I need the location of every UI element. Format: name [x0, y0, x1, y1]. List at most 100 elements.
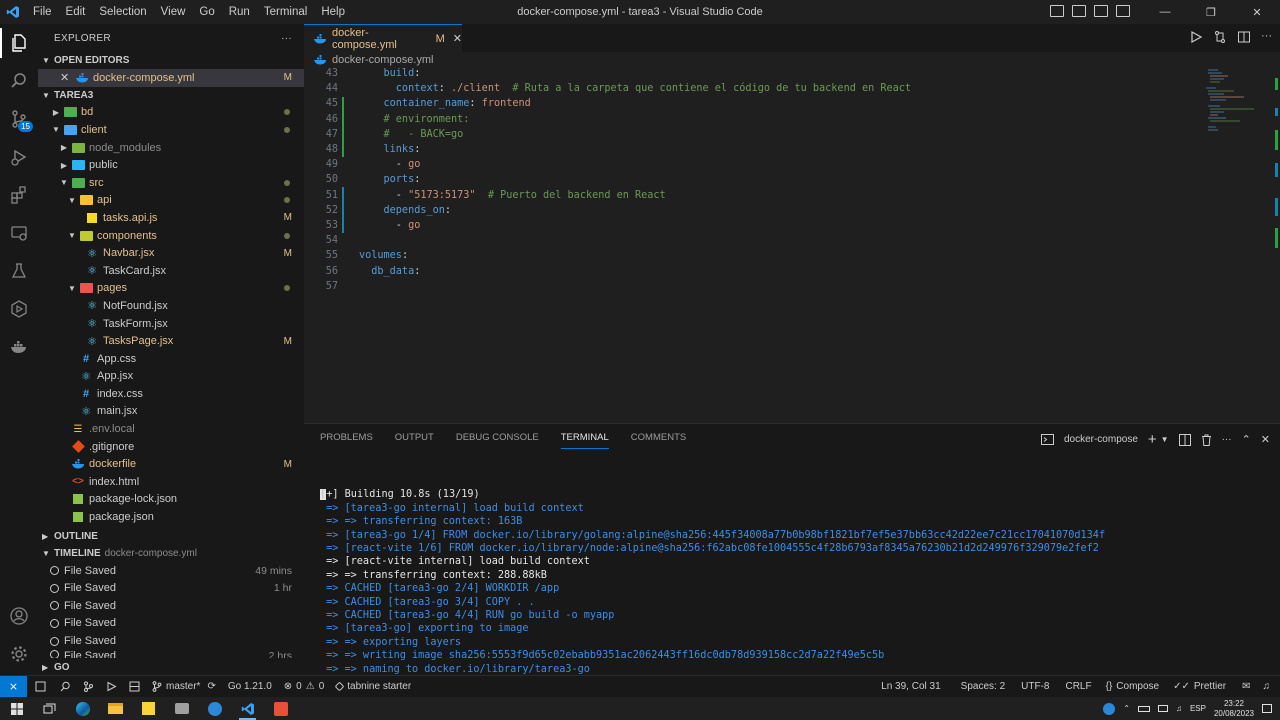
tree-folder-public[interactable]: ▶ public	[38, 156, 304, 174]
settings-gear-icon[interactable]	[0, 635, 38, 673]
more-actions-icon[interactable]: ···	[1261, 30, 1272, 44]
timeline-entry[interactable]: File Saved 1 hr	[38, 579, 304, 597]
tree-folder-src[interactable]: ▼ src	[38, 174, 304, 192]
prettier-status[interactable]: ✓✓ Prettier	[1165, 681, 1232, 692]
cursor-position[interactable]: Ln 39, Col 31	[875, 681, 955, 692]
windows-start-icon[interactable]	[0, 697, 33, 720]
menu-edit[interactable]: Edit	[59, 6, 93, 18]
tree-file-taskspage[interactable]: ⚛ TasksPage.jsx M	[38, 332, 304, 350]
go-section[interactable]: ▶ GO	[38, 659, 304, 675]
restore-icon[interactable]: ❐	[1188, 0, 1234, 24]
menu-help[interactable]: Help	[314, 6, 352, 18]
search-icon[interactable]	[0, 62, 38, 100]
menu-view[interactable]: View	[154, 6, 193, 18]
ports-icon[interactable]	[27, 681, 54, 692]
tree-file-navbar[interactable]: ⚛ Navbar.jsx M	[38, 244, 304, 262]
store-app-icon[interactable]	[165, 697, 198, 720]
tree-file-package-lock[interactable]: package-lock.json	[38, 491, 304, 509]
tab-debug-console[interactable]: DEBUG CONSOLE	[456, 432, 539, 449]
go-version[interactable]: Go 1.21.0	[222, 681, 278, 692]
new-terminal-icon[interactable]: +	[1148, 431, 1157, 448]
tree-folder-pages[interactable]: ▼ pages	[38, 280, 304, 298]
breadcrumb-file[interactable]: docker-compose.yml	[332, 54, 433, 66]
run-icon[interactable]	[1189, 30, 1203, 44]
testing-icon[interactable]	[0, 252, 38, 290]
tree-file-gitignore[interactable]: .gitignore	[38, 438, 304, 456]
close-tab-icon[interactable]: ✕	[453, 32, 462, 45]
battery-icon[interactable]	[1137, 705, 1150, 712]
blue-app-icon[interactable]	[198, 697, 231, 720]
extensions-icon[interactable]	[0, 176, 38, 214]
keyboard-language[interactable]: ESP	[1190, 704, 1206, 713]
tab-terminal[interactable]: TERMINAL	[560, 432, 609, 449]
tree-folder-node-modules[interactable]: ▶ node_modules	[38, 139, 304, 157]
tree-file-app-css[interactable]: # App.css	[38, 350, 304, 368]
search-status-icon[interactable]	[54, 681, 77, 692]
menu-run[interactable]: Run	[222, 6, 257, 18]
menu-go[interactable]: Go	[192, 6, 221, 18]
network-icon[interactable]	[1157, 705, 1168, 712]
notifications-icon[interactable]	[1262, 704, 1272, 713]
tree-file-package-json[interactable]: package.json	[38, 508, 304, 526]
run-debug-icon[interactable]	[0, 138, 38, 176]
tree-file-app-jsx[interactable]: ⚛ App.jsx	[38, 368, 304, 386]
customize-layout-icon[interactable]	[1116, 5, 1130, 17]
file-explorer-icon[interactable]	[99, 697, 132, 720]
maximize-panel-icon[interactable]: ⌃	[1242, 433, 1251, 446]
vscode-taskbar-icon[interactable]	[231, 697, 264, 720]
open-changes-icon[interactable]	[1213, 30, 1227, 44]
tree-folder-components[interactable]: ▼ components	[38, 227, 304, 245]
timeline-section[interactable]: ▼ TIMELINE docker-compose.yml	[38, 545, 304, 562]
tree-file-main-jsx[interactable]: ⚛ main.jsx	[38, 403, 304, 421]
tree-folder-api[interactable]: ▼ api	[38, 192, 304, 210]
edge-browser-icon[interactable]	[66, 697, 99, 720]
tree-folder-client[interactable]: ▼ client	[38, 121, 304, 139]
close-window-icon[interactable]: ✕	[1234, 0, 1280, 24]
language-mode[interactable]: {} Compose	[1098, 681, 1166, 692]
tree-file-taskform[interactable]: ⚛ TaskForm.jsx	[38, 315, 304, 333]
menu-selection[interactable]: Selection	[92, 6, 153, 18]
clock[interactable]: 23:22 20/08/2023	[1214, 699, 1254, 719]
gitlens-icon[interactable]	[0, 290, 38, 328]
remote-explorer-icon[interactable]	[0, 214, 38, 252]
open-editor-item[interactable]: ✕ docker-compose.yml M	[38, 69, 304, 87]
timeline-entry[interactable]: File Saved	[38, 597, 304, 615]
tab-docker-compose[interactable]: docker-compose.yml M ✕	[304, 24, 462, 52]
end-of-line[interactable]: CRLF	[1059, 681, 1097, 692]
timeline-entry[interactable]: File Saved 2 hrs	[38, 649, 304, 658]
menu-file[interactable]: File	[26, 6, 59, 18]
tree-file-notfound[interactable]: ⚛ NotFound.jsx	[38, 297, 304, 315]
tree-file-env-local[interactable]: ☰ .env.local	[38, 420, 304, 438]
problems-counter[interactable]: ⊗ 0 ⚠ 0	[278, 681, 330, 692]
terminal-output[interactable]: [[+] Building 10.8s (13/19) => [tarea3-g…	[320, 475, 1105, 703]
split-status-icon[interactable]	[123, 681, 146, 692]
chevron-down-icon[interactable]: ▼	[1161, 435, 1169, 444]
tree-file-tasks-api[interactable]: tasks.api.js M	[38, 209, 304, 227]
split-terminal-icon[interactable]	[1178, 433, 1191, 446]
editor-scrollbar[interactable]	[1270, 68, 1280, 423]
outline-section[interactable]: ▶ OUTLINE	[38, 528, 304, 545]
tab-output[interactable]: OUTPUT	[395, 432, 434, 449]
remote-indicator-icon[interactable]: ⨯	[0, 676, 27, 697]
tree-file-index-css[interactable]: # index.css	[38, 385, 304, 403]
explorer-more-icon[interactable]: ···	[281, 33, 292, 44]
timeline-entry[interactable]: File Saved	[38, 632, 304, 650]
terminal-name[interactable]: docker-compose	[1064, 434, 1138, 445]
trash-icon[interactable]	[1201, 434, 1212, 446]
volume-icon[interactable]: ♫	[1176, 704, 1182, 713]
close-editor-icon[interactable]: ✕	[60, 71, 74, 84]
menu-terminal[interactable]: Terminal	[257, 6, 314, 18]
more-actions-icon[interactable]: ···	[1222, 434, 1232, 445]
source-control-icon[interactable]: 15	[0, 100, 38, 138]
explorer-icon[interactable]	[0, 24, 38, 62]
code-editor[interactable]: 43 build: 44 context: ./client # Ruta a …	[304, 68, 1280, 423]
tabnine-status[interactable]: tabnine starter	[330, 681, 417, 692]
help-icon[interactable]	[1103, 702, 1116, 715]
tab-comments[interactable]: COMMENTS	[631, 432, 686, 449]
tree-folder-bd[interactable]: ▶ bd	[38, 104, 304, 122]
show-hidden-icons-icon[interactable]: ⌃	[1123, 704, 1130, 713]
red-app-icon[interactable]	[264, 697, 297, 720]
encoding[interactable]: UTF-8	[1015, 681, 1059, 692]
tree-file-index-html[interactable]: <> index.html	[38, 473, 304, 491]
minimize-icon[interactable]: —	[1142, 0, 1188, 24]
